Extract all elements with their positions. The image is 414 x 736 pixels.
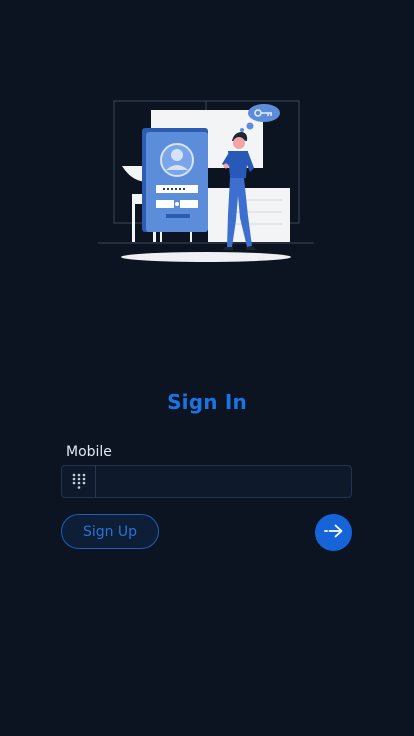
signup-button[interactable]: Sign Up [61, 514, 159, 549]
mobile-input[interactable] [96, 467, 351, 496]
arrow-right-icon [323, 523, 344, 542]
mobile-label: Mobile [66, 444, 112, 460]
dialpad-icon [62, 466, 96, 497]
next-button[interactable] [315, 514, 352, 551]
login-illustration [96, 96, 318, 266]
mobile-field[interactable] [61, 465, 352, 498]
page-title: Sign In [167, 390, 247, 414]
